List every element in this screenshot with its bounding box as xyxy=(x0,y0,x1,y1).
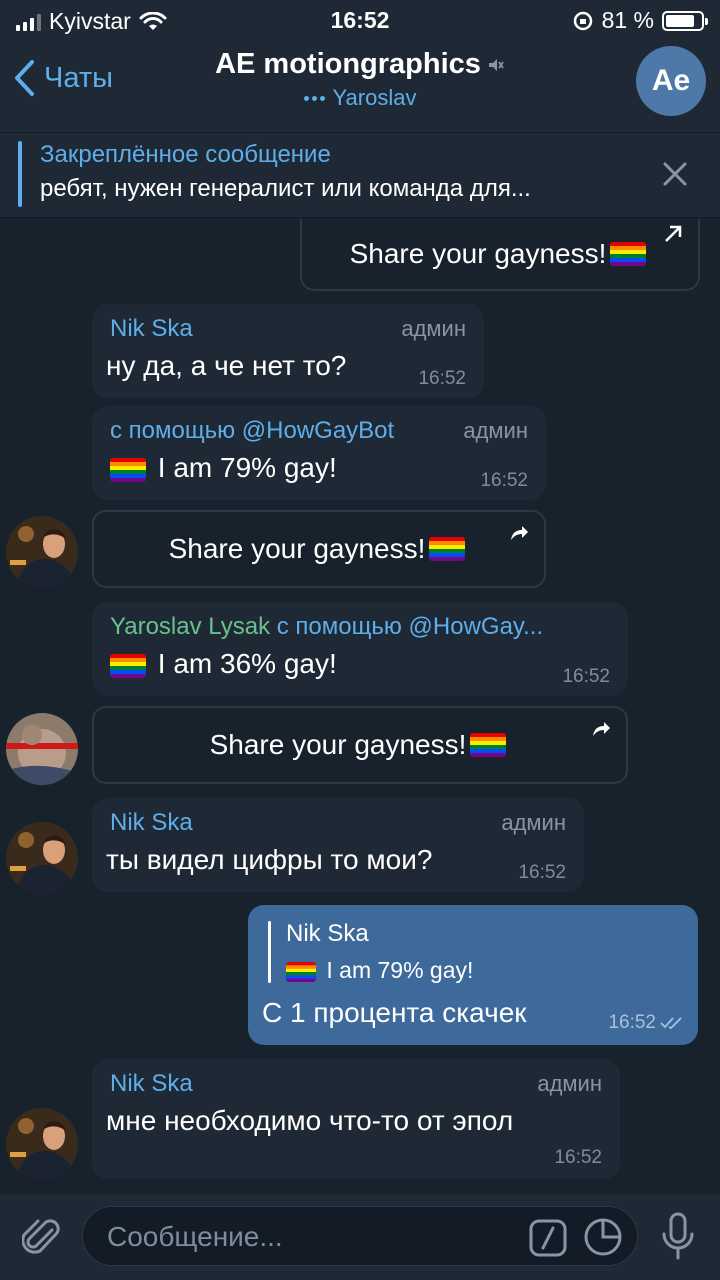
message-time: 16:52 xyxy=(518,862,566,883)
outgoing-message-bubble[interactable]: Nik Ska I am 79% gay! С 1 процента скаче… xyxy=(248,905,698,1045)
orientation-lock-icon xyxy=(573,11,592,30)
message-input-placeholder: Сообщение... xyxy=(107,1221,283,1252)
reply-sender: Nik Ska xyxy=(286,920,369,947)
message-text: С 1 процента скачек xyxy=(262,997,527,1028)
pinned-title: Закреплённое сообщение xyxy=(40,141,331,168)
paperclip-icon[interactable] xyxy=(22,1216,62,1260)
input-bar: Сообщение... xyxy=(0,1194,720,1280)
avatar[interactable] xyxy=(6,713,78,785)
rainbow-flag-icon xyxy=(110,457,146,482)
message-time: 16:52 xyxy=(562,666,610,687)
avatar[interactable] xyxy=(6,516,78,588)
share-arrow-icon xyxy=(511,526,528,540)
message-text: ну да, а че нет то? xyxy=(106,350,347,381)
message-time: 16:52 xyxy=(608,1012,656,1033)
share-button[interactable]: Share your gayness! xyxy=(92,510,546,588)
chevron-left-icon xyxy=(15,60,34,96)
avatar[interactable] xyxy=(6,1108,78,1180)
sticker-icon[interactable] xyxy=(583,1217,623,1257)
pinned-text: ребят, нужен генералист или команда для.… xyxy=(40,175,531,202)
chat-title-area[interactable]: AE motiongraphics Yaroslav xyxy=(140,48,580,111)
rainbow-flag-icon xyxy=(429,537,466,561)
via-bot-label: с помощью @HowGayBot xyxy=(110,417,395,444)
admin-badge: админ xyxy=(401,316,466,341)
message-time: 16:52 xyxy=(480,470,528,491)
sender-name: Nik Ska xyxy=(110,315,193,342)
reply-accent-bar xyxy=(268,921,271,983)
message-input[interactable]: Сообщение... xyxy=(82,1206,638,1266)
chat-subtitle-row: Yaroslav xyxy=(140,85,580,111)
mute-icon xyxy=(488,58,504,71)
rainbow-flag-icon xyxy=(110,653,146,678)
share-button[interactable]: Share your gayness! xyxy=(300,219,700,291)
pinned-accent-bar xyxy=(18,141,22,207)
chat-header: Чаты AE motiongraphics Yaroslav Ae xyxy=(0,40,720,132)
reply-preview-row: I am 79% gay! xyxy=(282,957,473,984)
back-label: Чаты xyxy=(44,61,113,94)
share-button[interactable]: Share your gayness! xyxy=(92,706,628,784)
rainbow-flag-icon xyxy=(470,733,507,757)
sender-name: Nik Ska xyxy=(110,1070,193,1097)
message-text-row: I am 36% gay! xyxy=(106,648,337,680)
share-arrow-icon xyxy=(593,722,610,736)
rainbow-flag-icon xyxy=(286,961,316,982)
avatar[interactable] xyxy=(6,822,78,894)
status-bar: Kyivstar 16:52 81 % xyxy=(0,0,720,40)
battery-percent: 81 % xyxy=(601,7,654,33)
pinned-message[interactable]: Закреплённое сообщение ребят, нужен гене… xyxy=(0,132,720,218)
message-time-row: 16:52 xyxy=(608,1012,686,1034)
message-text-row: I am 79% gay! xyxy=(106,452,337,484)
message-text: I am 79% gay! xyxy=(157,452,337,483)
sender-row: Yaroslav Lysak с помощью @HowGay... xyxy=(110,613,615,641)
admin-badge: админ xyxy=(537,1071,602,1096)
admin-badge: админ xyxy=(501,810,566,835)
bot-command-icon[interactable] xyxy=(529,1219,567,1257)
message-time: 16:52 xyxy=(418,368,466,389)
message-bubble[interactable]: с помощью @HowGayBot админ I am 79% gay!… xyxy=(92,406,546,500)
share-button-label: Share your gayness! xyxy=(168,533,426,564)
message-bubble[interactable]: Nik Ska админ ты видел цифры то мои? 16:… xyxy=(92,798,584,892)
message-list[interactable]: Share your gayness! Nik Ska админ ну да,… xyxy=(0,219,720,1194)
chat-title-row: AE motiongraphics xyxy=(215,48,505,81)
microphone-icon[interactable] xyxy=(660,1212,696,1262)
chat-avatar[interactable]: Ae xyxy=(636,46,706,116)
close-icon[interactable] xyxy=(660,159,690,189)
status-right: 81 % xyxy=(572,7,708,34)
typing-indicator-icon xyxy=(303,95,325,101)
message-text: I am 36% gay! xyxy=(157,648,337,679)
message-text: ты видел цифры то мои? xyxy=(106,844,433,875)
message-bubble[interactable]: Nik Ska админ мне необходимо что-то от э… xyxy=(92,1059,620,1179)
rainbow-flag-icon xyxy=(610,242,647,266)
share-button-label: Share your gayness! xyxy=(209,729,467,760)
back-button[interactable]: Чаты xyxy=(12,58,113,98)
chat-title: AE motiongraphics xyxy=(215,48,481,80)
message-text: мне необходимо что-то от эпол xyxy=(106,1105,514,1136)
sender-name: Nik Ska xyxy=(110,809,193,836)
arrow-up-right-icon xyxy=(665,225,682,242)
admin-badge: админ xyxy=(463,418,528,443)
double-check-icon xyxy=(660,1017,682,1030)
reply-preview-text: I am 79% gay! xyxy=(326,957,474,983)
via-bot-label: с помощью @HowGay... xyxy=(276,613,544,640)
typing-user: Yaroslav xyxy=(332,85,417,110)
message-bubble[interactable]: Nik Ska админ ну да, а че нет то? 16:52 xyxy=(92,304,484,398)
battery-icon xyxy=(662,10,708,31)
share-button-label: Share your gayness! xyxy=(349,238,607,269)
message-time: 16:52 xyxy=(554,1147,602,1168)
message-bubble[interactable]: Yaroslav Lysak с помощью @HowGay... I am… xyxy=(92,602,628,696)
sender-name: Yaroslav Lysak xyxy=(110,613,271,640)
